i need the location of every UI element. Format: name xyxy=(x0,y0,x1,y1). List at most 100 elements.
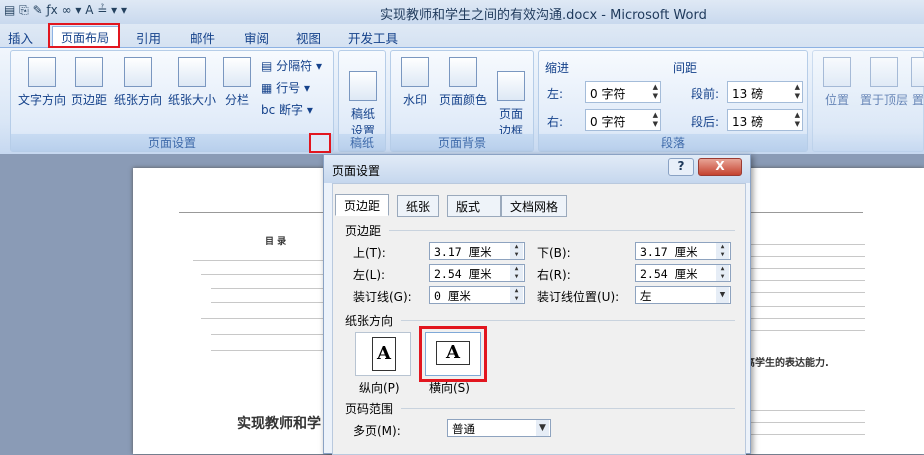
toc-line xyxy=(211,350,323,351)
manuscript-label: 稿纸 xyxy=(339,134,385,151)
quick-access-icons[interactable]: ▤ ⎘ ✎ ƒx ∞ ▾ A ≟ ▾ ▾ xyxy=(4,3,127,21)
help-button[interactable]: ? xyxy=(668,158,694,176)
right-margin-input[interactable]: 2.54 厘米 ▲ ▼ xyxy=(635,264,731,282)
group-page-setup: 文字方向 页边距 纸张方向 纸张大小 分栏 ▤ 分隔符 ▾ ▦ 行号 ▾ bc … xyxy=(10,50,334,152)
spacing-title: 间距 xyxy=(673,61,698,75)
breaks-icon: ▤ xyxy=(261,59,277,73)
separator xyxy=(401,320,735,321)
page-borders-button[interactable]: 页面 边框 xyxy=(493,57,529,139)
portrait-label: 纵向(P) xyxy=(359,381,400,395)
indent-right-input[interactable]: 0 字符 ▲ ▼ xyxy=(585,109,661,131)
multiple-pages-label: 多页(M): xyxy=(353,424,401,438)
doc-subheading: 高学生的表达能力. xyxy=(745,358,829,369)
orientation-section-label: 纸张方向 xyxy=(345,314,394,328)
line-numbers-button[interactable]: ▦ 行号 ▾ xyxy=(261,79,310,96)
body-line xyxy=(745,256,865,257)
columns-icon xyxy=(223,57,251,87)
tab-doc-grid[interactable]: 文档网格 xyxy=(501,195,568,217)
spacing-before-label: 段前: xyxy=(691,87,720,101)
toc-line xyxy=(201,318,323,319)
page-color-button[interactable]: 页面颜色 xyxy=(435,57,491,108)
spin-arrows-icon[interactable]: ▲ ▼ xyxy=(653,111,658,129)
body-line xyxy=(745,244,865,245)
gutter-position-select[interactable]: 左 ▼ xyxy=(635,286,731,304)
bottom-margin-label: 下(B): xyxy=(537,246,571,260)
body-line xyxy=(745,292,865,293)
doc-heading: 实现教师和学 xyxy=(237,416,321,432)
pages-section-label: 页码范围 xyxy=(345,402,394,416)
spin-arrows-icon[interactable]: ▲ ▼ xyxy=(510,243,523,259)
top-margin-input[interactable]: 3.17 厘米 ▲ ▼ xyxy=(429,242,525,260)
indent-left-input[interactable]: 0 字符 ▲ ▼ xyxy=(585,81,661,103)
group-arrange: 位置 置于顶层 置 xyxy=(812,50,924,152)
breaks-button[interactable]: ▤ 分隔符 ▾ xyxy=(261,57,322,74)
page-setup-dialog: 页面设置 ? X 页边距 纸张 版式 文档网格 页边距 上(T): 3.17 厘… xyxy=(323,154,751,455)
send-back-button[interactable]: 置 xyxy=(911,57,924,108)
watermark-button[interactable]: 水印 xyxy=(395,57,435,108)
spacing-before-input[interactable]: 13 磅 ▲ ▼ xyxy=(727,81,803,103)
spin-arrows-icon[interactable]: ▲ ▼ xyxy=(795,111,800,129)
separator xyxy=(389,230,735,231)
spin-arrows-icon[interactable]: ▲ ▼ xyxy=(716,243,729,259)
size-button[interactable]: 纸张大小 xyxy=(165,57,219,108)
window-title: 实现教师和学生之间的有效沟通.docx - Microsoft Word xyxy=(380,8,707,23)
tab-paper[interactable]: 纸张 xyxy=(397,195,440,217)
hyphenation-button[interactable]: bc 断字 ▾ xyxy=(261,101,313,118)
bottom-margin-input[interactable]: 3.17 厘米 ▲ ▼ xyxy=(635,242,731,260)
spin-arrows-icon[interactable]: ▲ ▼ xyxy=(510,265,523,281)
tab-margins[interactable]: 页边距 xyxy=(335,194,390,216)
watermark-icon xyxy=(401,57,429,87)
dialog-title-bar: 页面设置 ? X xyxy=(324,155,750,183)
body-line xyxy=(745,410,865,411)
left-margin-label: 左(L): xyxy=(353,268,386,282)
portrait-button[interactable]: A xyxy=(355,332,411,376)
close-button[interactable]: X xyxy=(698,158,742,176)
tab-layout[interactable]: 版式 xyxy=(447,195,501,217)
right-margin-label: 右(R): xyxy=(537,268,571,282)
toc-line xyxy=(211,302,323,303)
dialog-title: 页面设置 xyxy=(332,164,381,178)
page-background-label: 页面背景 xyxy=(391,134,533,151)
dropdown-arrow-icon[interactable]: ▼ xyxy=(536,420,549,436)
paragraph-label: 段落 xyxy=(539,134,807,151)
ribbon: 文字方向 页边距 纸张方向 纸张大小 分栏 ▤ 分隔符 ▾ ▦ 行号 ▾ bc … xyxy=(0,48,924,154)
page-setup-launcher-icon[interactable] xyxy=(309,133,331,153)
bring-front-icon xyxy=(870,57,898,87)
manuscript-icon xyxy=(349,71,377,101)
portrait-icon: A xyxy=(372,337,396,371)
tab-developer[interactable]: 开发工具 xyxy=(348,28,398,47)
spin-arrows-icon[interactable]: ▲ ▼ xyxy=(653,83,658,101)
margins-button[interactable]: 页边距 xyxy=(69,57,109,108)
toc-line xyxy=(193,260,323,261)
body-line xyxy=(745,268,865,269)
left-margin-input[interactable]: 2.54 厘米 ▲ ▼ xyxy=(429,264,525,282)
gutter-input[interactable]: 0 厘米 ▲ ▼ xyxy=(429,286,525,304)
tab-view[interactable]: 视图 xyxy=(296,28,321,47)
bring-front-button[interactable]: 置于顶层 xyxy=(857,57,911,108)
tab-references[interactable]: 引用 xyxy=(136,28,161,47)
spacing-after-label: 段后: xyxy=(691,115,720,129)
tab-highlight xyxy=(48,23,120,48)
manuscript-button[interactable]: 稿纸 设置 xyxy=(343,57,383,139)
size-icon xyxy=(178,57,206,87)
tab-insert[interactable]: 插入 xyxy=(8,28,33,47)
columns-button[interactable]: 分栏 xyxy=(221,57,253,108)
spacing-after-input[interactable]: 13 磅 ▲ ▼ xyxy=(727,109,803,131)
orientation-icon xyxy=(124,57,152,87)
dropdown-arrow-icon[interactable]: ▼ xyxy=(716,287,729,303)
group-page-background: 水印 页面颜色 页面 边框 页面背景 xyxy=(390,50,534,152)
orientation-button[interactable]: 纸张方向 xyxy=(111,57,165,108)
spin-arrows-icon[interactable]: ▲ ▼ xyxy=(716,265,729,281)
text-direction-button[interactable]: 文字方向 xyxy=(15,57,69,108)
toc-line xyxy=(211,288,323,289)
tab-mailings[interactable]: 邮件 xyxy=(190,28,215,47)
tab-review[interactable]: 审阅 xyxy=(244,28,269,47)
spin-arrows-icon[interactable]: ▲ ▼ xyxy=(795,83,800,101)
top-margin-label: 上(T): xyxy=(353,246,386,260)
indent-left-label: 左: xyxy=(547,87,564,101)
spin-arrows-icon[interactable]: ▲ ▼ xyxy=(510,287,523,303)
multiple-pages-select[interactable]: 普通 ▼ xyxy=(447,419,551,437)
separator xyxy=(401,408,735,409)
landscape-highlight xyxy=(419,326,487,382)
position-button[interactable]: 位置 xyxy=(817,57,857,108)
